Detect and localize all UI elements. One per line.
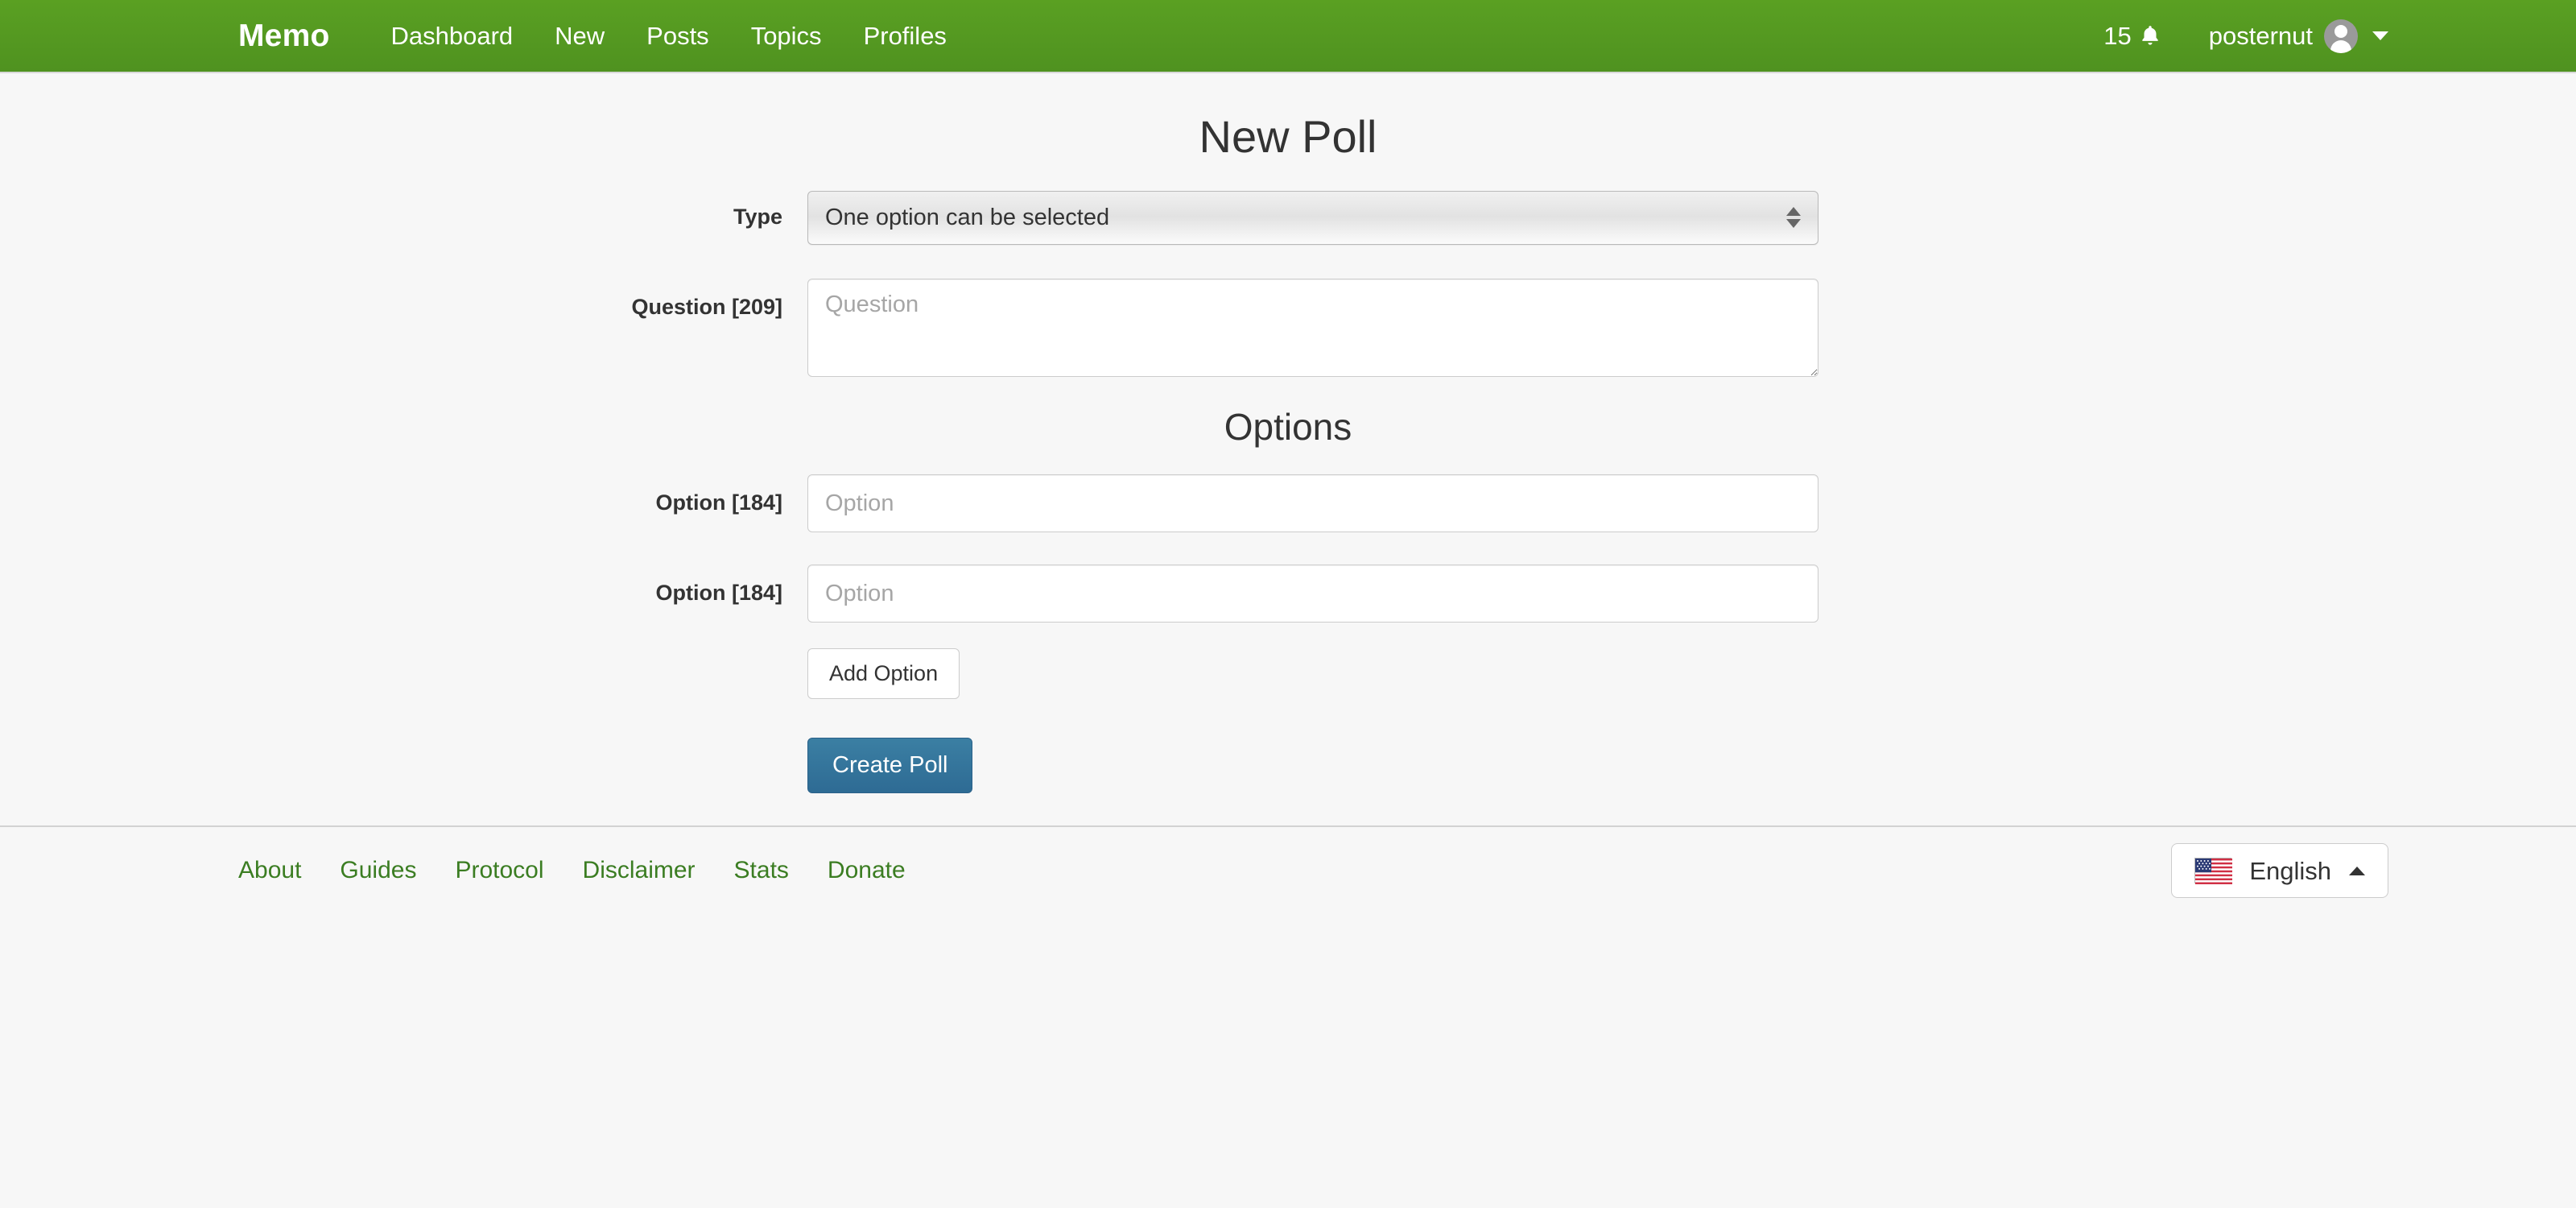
footer-links: About Guides Protocol Disclaimer Stats D… [238, 858, 906, 883]
submit-wrap: Create Poll [807, 738, 1818, 794]
page-footer: About Guides Protocol Disclaimer Stats D… [0, 827, 2576, 915]
nav-link-dashboard[interactable]: Dashboard [389, 19, 514, 53]
nav-link-profiles[interactable]: Profiles [862, 19, 948, 53]
navbar-left-group: Memo Dashboard New Posts Topics Profiles [238, 19, 948, 53]
bell-icon [2140, 24, 2161, 48]
primary-nav: Dashboard New Posts Topics Profiles [389, 19, 947, 53]
form-row-question: Question [209] [0, 278, 2576, 381]
option-1-label: Option [184] [655, 490, 782, 515]
footer-link-donate[interactable]: Donate [828, 858, 906, 883]
notifications-count: 15 [2103, 22, 2132, 50]
type-label: Type [733, 204, 782, 229]
option-2-input[interactable] [807, 565, 1818, 623]
add-option-wrap: Add Option [807, 648, 1818, 700]
top-navbar: Memo Dashboard New Posts Topics Profiles… [0, 0, 2576, 73]
option-1-input[interactable] [807, 474, 1818, 533]
user-menu-button[interactable]: posternut [2209, 19, 2388, 53]
page-content: New Poll Type One option can be selected… [0, 73, 2576, 915]
navbar-right-group: 15 posternut [2103, 19, 2388, 53]
type-select-value: One option can be selected [825, 204, 1110, 230]
footer-link-disclaimer[interactable]: Disclaimer [583, 858, 696, 883]
footer-link-stats[interactable]: Stats [734, 858, 789, 883]
language-label: English [2249, 856, 2331, 885]
page-title: New Poll [1199, 111, 1377, 162]
us-flag-icon [2194, 858, 2233, 885]
form-row-type: Type One option can be selected [0, 190, 2576, 245]
footer-link-about[interactable]: About [238, 858, 301, 883]
username-label: posternut [2208, 22, 2313, 50]
type-control-wrap: One option can be selected [807, 190, 1818, 245]
option-1-control-wrap [807, 474, 1818, 533]
create-poll-button[interactable]: Create Poll [807, 738, 973, 794]
form-row-submit: Create Poll [0, 738, 2576, 794]
chevron-down-icon [2372, 31, 2388, 40]
question-label: Question [209] [631, 294, 782, 319]
add-option-button[interactable]: Add Option [807, 648, 960, 700]
nav-link-topics[interactable]: Topics [749, 19, 824, 53]
form-row-option-1: Option [184] [0, 474, 2576, 533]
language-selector[interactable]: English [2171, 843, 2388, 899]
option-2-control-wrap [807, 565, 1818, 623]
nav-link-new[interactable]: New [553, 19, 606, 53]
question-control-wrap [807, 278, 1818, 381]
type-select-holder: One option can be selected [807, 190, 1818, 245]
question-input[interactable] [807, 278, 1818, 377]
notifications-button[interactable]: 15 [2103, 23, 2160, 48]
chevron-up-icon [2349, 866, 2365, 875]
form-row-option-2: Option [184] [0, 565, 2576, 623]
footer-link-protocol[interactable]: Protocol [455, 858, 543, 883]
form-row-add-option: Add Option [0, 648, 2576, 700]
footer-link-guides[interactable]: Guides [340, 858, 416, 883]
type-select[interactable]: One option can be selected [807, 190, 1818, 245]
options-heading: Options [1224, 405, 1352, 448]
nav-link-posts[interactable]: Posts [645, 19, 711, 53]
option-2-label: Option [184] [655, 581, 782, 606]
brand-logo[interactable]: Memo [238, 20, 329, 52]
avatar-person-icon [2324, 19, 2358, 53]
